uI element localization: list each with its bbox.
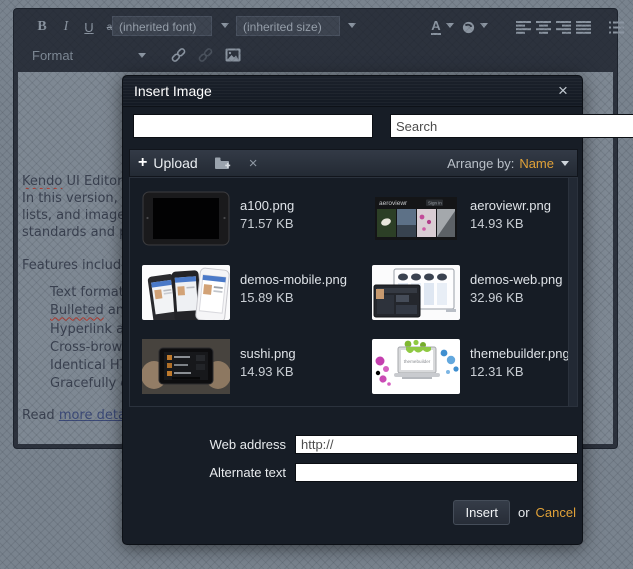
thumbnail-a100 — [142, 191, 230, 246]
file-name: themebuilder.png — [470, 346, 570, 361]
thumb-brand-text: aeroviewr — [379, 200, 408, 207]
file-name: demos-mobile.png — [240, 272, 347, 287]
insert-image-dialog: Insert Image × + Upload × Arrange by: Na… — [122, 75, 633, 545]
insert-button[interactable]: Insert — [453, 499, 510, 525]
plus-icon: + — [138, 154, 148, 171]
filebrowser-toolbar: + Upload × Arrange by: Name — [129, 149, 578, 177]
thumbnail-demos-web — [372, 265, 460, 320]
file-item[interactable]: demos-web.png 32.96 KB — [372, 265, 577, 325]
file-item[interactable]: demos-mobile.png 15.89 KB — [142, 265, 352, 325]
file-name: a100.png — [240, 198, 295, 213]
thumbnail-sushi — [142, 339, 230, 394]
file-item[interactable]: sushi.png 14.93 KB — [142, 339, 352, 399]
search-input[interactable] — [390, 114, 633, 138]
file-item[interactable]: themebuilder themebuilder.png 12.31 KB — [372, 339, 577, 399]
thumbnail-demos-mobile — [142, 265, 230, 320]
file-size: 14.93 KB — [240, 364, 294, 379]
delete-file-button[interactable]: × — [249, 155, 258, 172]
file-name: aeroviewr.png — [470, 198, 551, 213]
file-name: demos-web.png — [470, 272, 563, 287]
folder-plus-icon — [214, 157, 230, 169]
arrange-by-label: Arrange by: — [447, 155, 515, 171]
file-item[interactable]: a100.png 71.57 KB — [142, 191, 352, 251]
file-list: a100.png 71.57 KB aeroviewr Sign in aero… — [129, 177, 578, 407]
file-size: 14.93 KB — [470, 216, 524, 231]
upload-button[interactable]: + Upload — [138, 154, 198, 172]
file-size: 32.96 KB — [470, 290, 524, 305]
file-size: 15.89 KB — [240, 290, 294, 305]
new-folder-button[interactable] — [214, 156, 231, 170]
thumbnail-themebuilder: themebuilder — [372, 339, 460, 394]
file-item[interactable]: aeroviewr Sign in aeroviewr.png 14.93 KB — [372, 191, 577, 251]
close-icon[interactable]: × — [553, 81, 573, 101]
web-address-input[interactable] — [295, 435, 578, 454]
or-text: or — [517, 504, 530, 520]
alternate-text-input[interactable] — [295, 463, 578, 482]
web-address-label: Web address — [209, 437, 286, 452]
upload-label: Upload — [153, 155, 198, 171]
thumbnail-aeroviewr: aeroviewr Sign in — [375, 197, 457, 240]
dialog-buttons: Insert or Cancel — [453, 499, 576, 525]
file-size: 71.57 KB — [240, 216, 294, 231]
dialog-titlebar[interactable]: Insert Image — [123, 76, 582, 107]
arrange-by-dropdown[interactable]: Arrange by: Name — [447, 150, 569, 176]
file-size: 12.31 KB — [470, 364, 524, 379]
filename-input[interactable] — [133, 114, 373, 138]
cancel-link[interactable]: Cancel — [536, 505, 576, 520]
arrange-by-value: Name — [519, 155, 554, 171]
dialog-title: Insert Image — [134, 83, 212, 99]
list-scrollbar[interactable] — [568, 178, 577, 406]
arrange-caret-icon — [561, 160, 569, 166]
thumb-signin-text: Sign in — [428, 201, 442, 206]
alternate-text-label: Alternate text — [209, 465, 286, 480]
file-name: sushi.png — [240, 346, 296, 361]
thumb-brand-text: themebuilder — [404, 359, 431, 364]
